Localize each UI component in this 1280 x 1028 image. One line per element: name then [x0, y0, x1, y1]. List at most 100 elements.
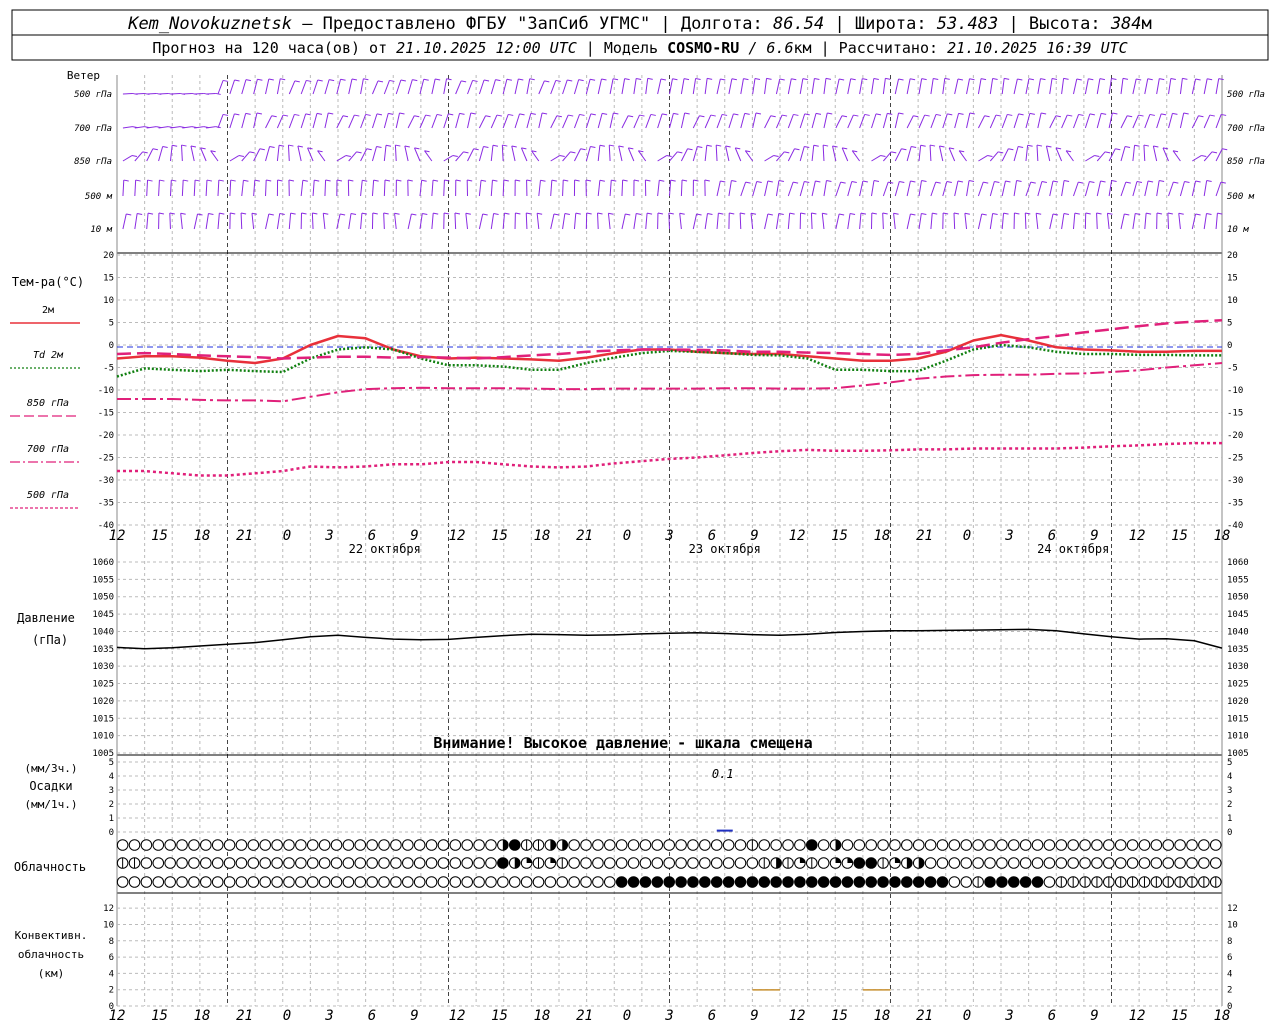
wind-barb-flag [636, 213, 641, 214]
wind-barb [1066, 151, 1073, 161]
wind-barb [1157, 79, 1165, 94]
cloud-circle [581, 858, 592, 869]
wind-barb [907, 181, 915, 196]
cloud-symbol [1068, 840, 1079, 851]
wind-barb-flag [699, 116, 704, 117]
pressure-tick-right: 1060 [1227, 558, 1249, 568]
wind-barb-shaft [717, 181, 720, 196]
wind-barb-flag [323, 213, 328, 214]
wind-barb-shaft [836, 214, 839, 229]
wind-barb-flag [1182, 78, 1187, 79]
cloud-fill [866, 858, 877, 869]
wind-barb [919, 145, 926, 161]
wind-barb-shaft [1121, 78, 1123, 94]
time-tick-top: 21 [236, 528, 253, 544]
cloud-circle [949, 877, 960, 888]
wind-barb [432, 213, 438, 229]
cloud-circle [711, 858, 722, 869]
cloud-symbol [854, 840, 865, 851]
time-tick-bottom: 9 [410, 1008, 418, 1024]
wind-barb-shaft [1062, 181, 1064, 196]
cloud-symbol [141, 877, 152, 888]
wind-barb-flag [494, 213, 499, 214]
cloud-symbol [1020, 858, 1031, 869]
wind-barb [729, 79, 737, 94]
wind-barb-flag [1184, 181, 1189, 182]
wind-barb-flag [671, 180, 676, 181]
cloud-symbol [902, 840, 913, 851]
wind-barb [1026, 182, 1036, 196]
wind-barb [1133, 181, 1142, 196]
cloud-fill [800, 858, 805, 863]
cloud-symbol [973, 840, 984, 851]
wind-barb [895, 79, 903, 94]
cloud-symbol [1032, 840, 1043, 851]
cloud-symbol [319, 877, 330, 888]
wind-barb-flag [306, 80, 311, 81]
wind-barb-flag [386, 145, 391, 146]
cloud-symbol [1187, 840, 1198, 851]
cloud-circle [949, 840, 960, 851]
wind-barb-shaft [1216, 213, 1217, 229]
cloud-fill [919, 858, 924, 869]
wind-barb-shaft [1002, 181, 1005, 196]
wind-barb-flag [542, 113, 547, 114]
wind-barb-shaft [765, 156, 774, 161]
cloud-symbol [426, 858, 437, 869]
wind-barb [1216, 213, 1222, 229]
wind-barb-shaft [1121, 182, 1126, 196]
wind-barb [895, 181, 904, 196]
time-tick-bottom: 15 [151, 1008, 168, 1024]
wind-barb [301, 114, 311, 128]
temp-tick-right: -25 [1227, 454, 1243, 464]
wind-barb-shaft [1062, 115, 1068, 128]
cloud-symbol [438, 858, 449, 869]
cloud-symbol [189, 840, 200, 851]
wind-barb [965, 213, 970, 229]
wind-barb-shaft [135, 180, 136, 196]
precipitation-panel: 0.1 [712, 767, 734, 832]
cloud-symbol [723, 858, 734, 869]
wind-barb [574, 114, 584, 128]
cloud-symbol [747, 840, 758, 851]
wind-barb-shaft [753, 113, 756, 128]
wind-barb-shaft [990, 78, 992, 94]
cloud-symbol [1056, 858, 1067, 869]
cloud-symbol [1104, 840, 1115, 851]
wind-barb [1085, 114, 1095, 128]
cloud-symbol [723, 877, 734, 888]
wind-barb-flag [959, 113, 964, 114]
cloud-symbol [117, 877, 128, 888]
conv-tick-right: 12 [1227, 904, 1238, 914]
cloud-circle [961, 877, 972, 888]
wind-barb-flag [486, 116, 491, 117]
wind-barb [337, 180, 342, 196]
wind-barb-shaft [800, 114, 805, 128]
cloud-circle [509, 877, 520, 888]
wind-barb [479, 214, 487, 229]
wind-barb-shaft [741, 79, 744, 94]
wind-barb [1038, 113, 1046, 128]
pressure-tick-left: 1050 [92, 593, 114, 603]
cloud-symbol [925, 858, 936, 869]
wind-barb [745, 151, 752, 161]
cloud-symbol [961, 840, 972, 851]
wind-barb [349, 115, 360, 128]
conv-tick-right: 10 [1227, 920, 1238, 930]
conv-tick-left: 10 [103, 920, 114, 930]
cloud-symbol [818, 877, 829, 888]
precip-unit-3h: (мм/3ч.) [25, 762, 78, 775]
wind-barb [919, 115, 930, 128]
wind-barb [1026, 113, 1035, 128]
wind-barb-shaft [824, 113, 827, 128]
wind-barb-flag [1161, 114, 1166, 115]
wind-barb [1121, 116, 1132, 128]
cloud-circle [141, 877, 152, 888]
cloud-circle [688, 858, 699, 869]
wind-barb-flag [985, 116, 990, 117]
wind-barb [1002, 114, 1012, 128]
cloud-symbol [783, 858, 794, 869]
cloud-circle [581, 840, 592, 851]
wind-barb-flag [711, 115, 716, 116]
wind-barb-shaft [729, 79, 732, 94]
